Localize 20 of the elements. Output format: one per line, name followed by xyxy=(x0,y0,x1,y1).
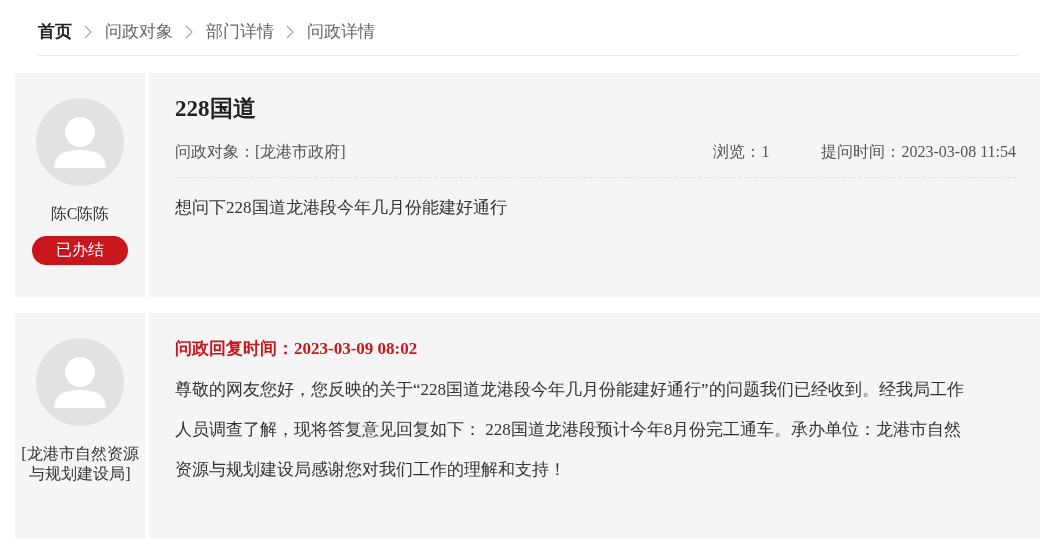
target-label: 问政对象： xyxy=(175,142,255,162)
breadcrumb-link[interactable]: 部门详情 xyxy=(206,20,274,43)
reply-text: 尊敬的网友您好，您反映的关于“228国道龙港段今年几月份能建好通行”的问题我们已经收到。经我局工作人员调查了解，现将答复意见回复如下： 228国道龙港段预计今年8月份完工通车。承办单位：龙港市自然资源与规划建设局感谢您对我们工作的理解和支持！ xyxy=(175,379,965,481)
user-name: 陈C陈陈 xyxy=(49,204,111,224)
breadcrumb-link[interactable]: 问政详情 xyxy=(307,20,375,43)
chevron-icon xyxy=(286,24,295,39)
avatar-icon xyxy=(36,338,124,426)
view-count: 浏览：1 xyxy=(713,142,770,162)
question-title: 228国道 xyxy=(175,95,257,123)
target-value: [龙港市政府] xyxy=(255,142,346,162)
department-name: [龙港市自然资源与规划建设局] xyxy=(20,444,140,484)
breadcrumb-link[interactable]: 问政对象 xyxy=(105,20,173,43)
avatar-icon xyxy=(36,98,124,186)
question-time: 提问时间：2023-03-08 11:54 xyxy=(821,142,1016,162)
question-text: 想问下228国道龙港段今年几月份能建好通行 xyxy=(175,197,508,219)
chevron-icon xyxy=(84,24,93,39)
status-badge: 已办结 xyxy=(32,236,128,265)
reply-time: 问政回复时间：2023-03-09 08:02 xyxy=(175,338,419,360)
chevron-icon xyxy=(185,24,194,39)
breadcrumb-link[interactable]: 首页 xyxy=(38,20,72,43)
